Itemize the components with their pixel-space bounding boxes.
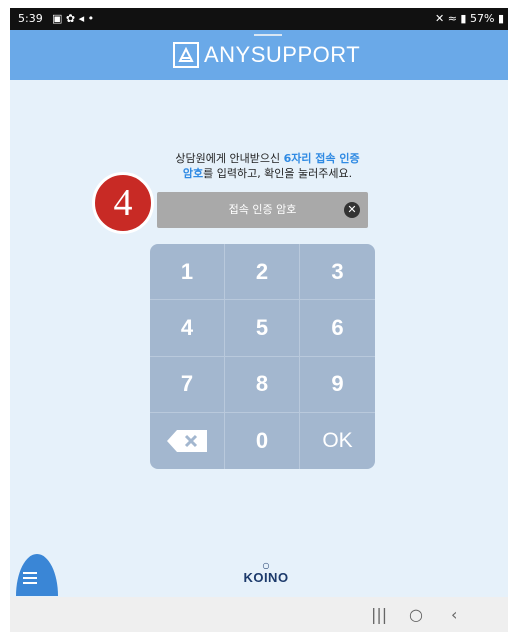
- menu-icon-bar: [23, 577, 37, 579]
- recent-apps-icon[interactable]: |||: [371, 605, 387, 624]
- home-icon[interactable]: ○: [409, 605, 423, 624]
- menu-button[interactable]: [16, 554, 58, 596]
- status-notification-icons: ▣ ✿ ◂ •: [52, 12, 95, 25]
- app-logo: ANYSUPPORT: [173, 42, 360, 68]
- numeric-keypad: 1 2 3 4 5 6 7 8 9 0 OK: [150, 244, 375, 469]
- status-time: 5:39: [18, 12, 43, 25]
- battery-icon: ▮: [497, 12, 504, 25]
- koino-logo: ○ KOINO: [236, 561, 296, 586]
- clear-icon[interactable]: ✕: [344, 202, 360, 218]
- key-3[interactable]: 3: [300, 244, 375, 301]
- access-code-placeholder: 접속 인증 암호: [228, 203, 297, 216]
- status-bar: 5:39 ▣ ✿ ◂ • ✕ ≈ ▮ 57% ▮: [10, 8, 508, 30]
- key-6[interactable]: 6: [300, 300, 375, 357]
- key-8[interactable]: 8: [225, 356, 300, 413]
- koino-mark: ○: [262, 561, 270, 570]
- step-number-badge: 4: [92, 172, 154, 234]
- logo-icon: [173, 42, 199, 68]
- koino-text: KOINO: [243, 570, 289, 585]
- menu-icon: [23, 572, 37, 574]
- status-right: ✕ ≈ ▮ 57% ▮: [435, 12, 504, 25]
- logo-text: ANYSUPPORT: [204, 42, 361, 67]
- app-header: ANYSUPPORT: [10, 30, 508, 80]
- backspace-icon: [167, 429, 207, 452]
- header-indicator: [254, 34, 282, 36]
- app-frame: 5:39 ▣ ✿ ◂ • ✕ ≈ ▮ 57% ▮ ANYSUPPORT 상담원에…: [10, 8, 508, 632]
- key-4[interactable]: 4: [150, 300, 225, 357]
- battery-level: 57%: [469, 12, 495, 25]
- menu-icon-bar: [23, 582, 37, 584]
- instruction-highlight1: 6자리 접속 인증: [283, 152, 360, 165]
- key-0[interactable]: 0: [225, 412, 300, 469]
- access-code-field[interactable]: 접속 인증 암호 ✕: [157, 192, 368, 228]
- key-1[interactable]: 1: [150, 244, 225, 301]
- mute-icon: ✕: [434, 12, 445, 25]
- key-9[interactable]: 9: [300, 357, 375, 413]
- key-7[interactable]: 7: [150, 356, 225, 413]
- instruction-part2: 를 입력하고, 확인을 눌러주세요.: [203, 167, 353, 180]
- instruction-part1: 상담원에게 안내받으신: [175, 152, 284, 165]
- back-icon[interactable]: ‹: [451, 605, 457, 624]
- instruction-text: 상담원에게 안내받으신 6자리 접속 인증 암호를 입력하고, 확인을 눌러주세…: [160, 151, 375, 181]
- key-5[interactable]: 5: [225, 300, 300, 357]
- instruction-highlight2: 암호: [182, 167, 204, 180]
- backspace-key[interactable]: [150, 412, 225, 469]
- wifi-icon: ≈: [447, 12, 457, 25]
- ok-button[interactable]: OK: [300, 413, 375, 469]
- android-nav-bar: ||| ○ ‹: [10, 597, 508, 632]
- signal-icon: ▮: [460, 12, 467, 25]
- key-2[interactable]: 2: [225, 244, 300, 301]
